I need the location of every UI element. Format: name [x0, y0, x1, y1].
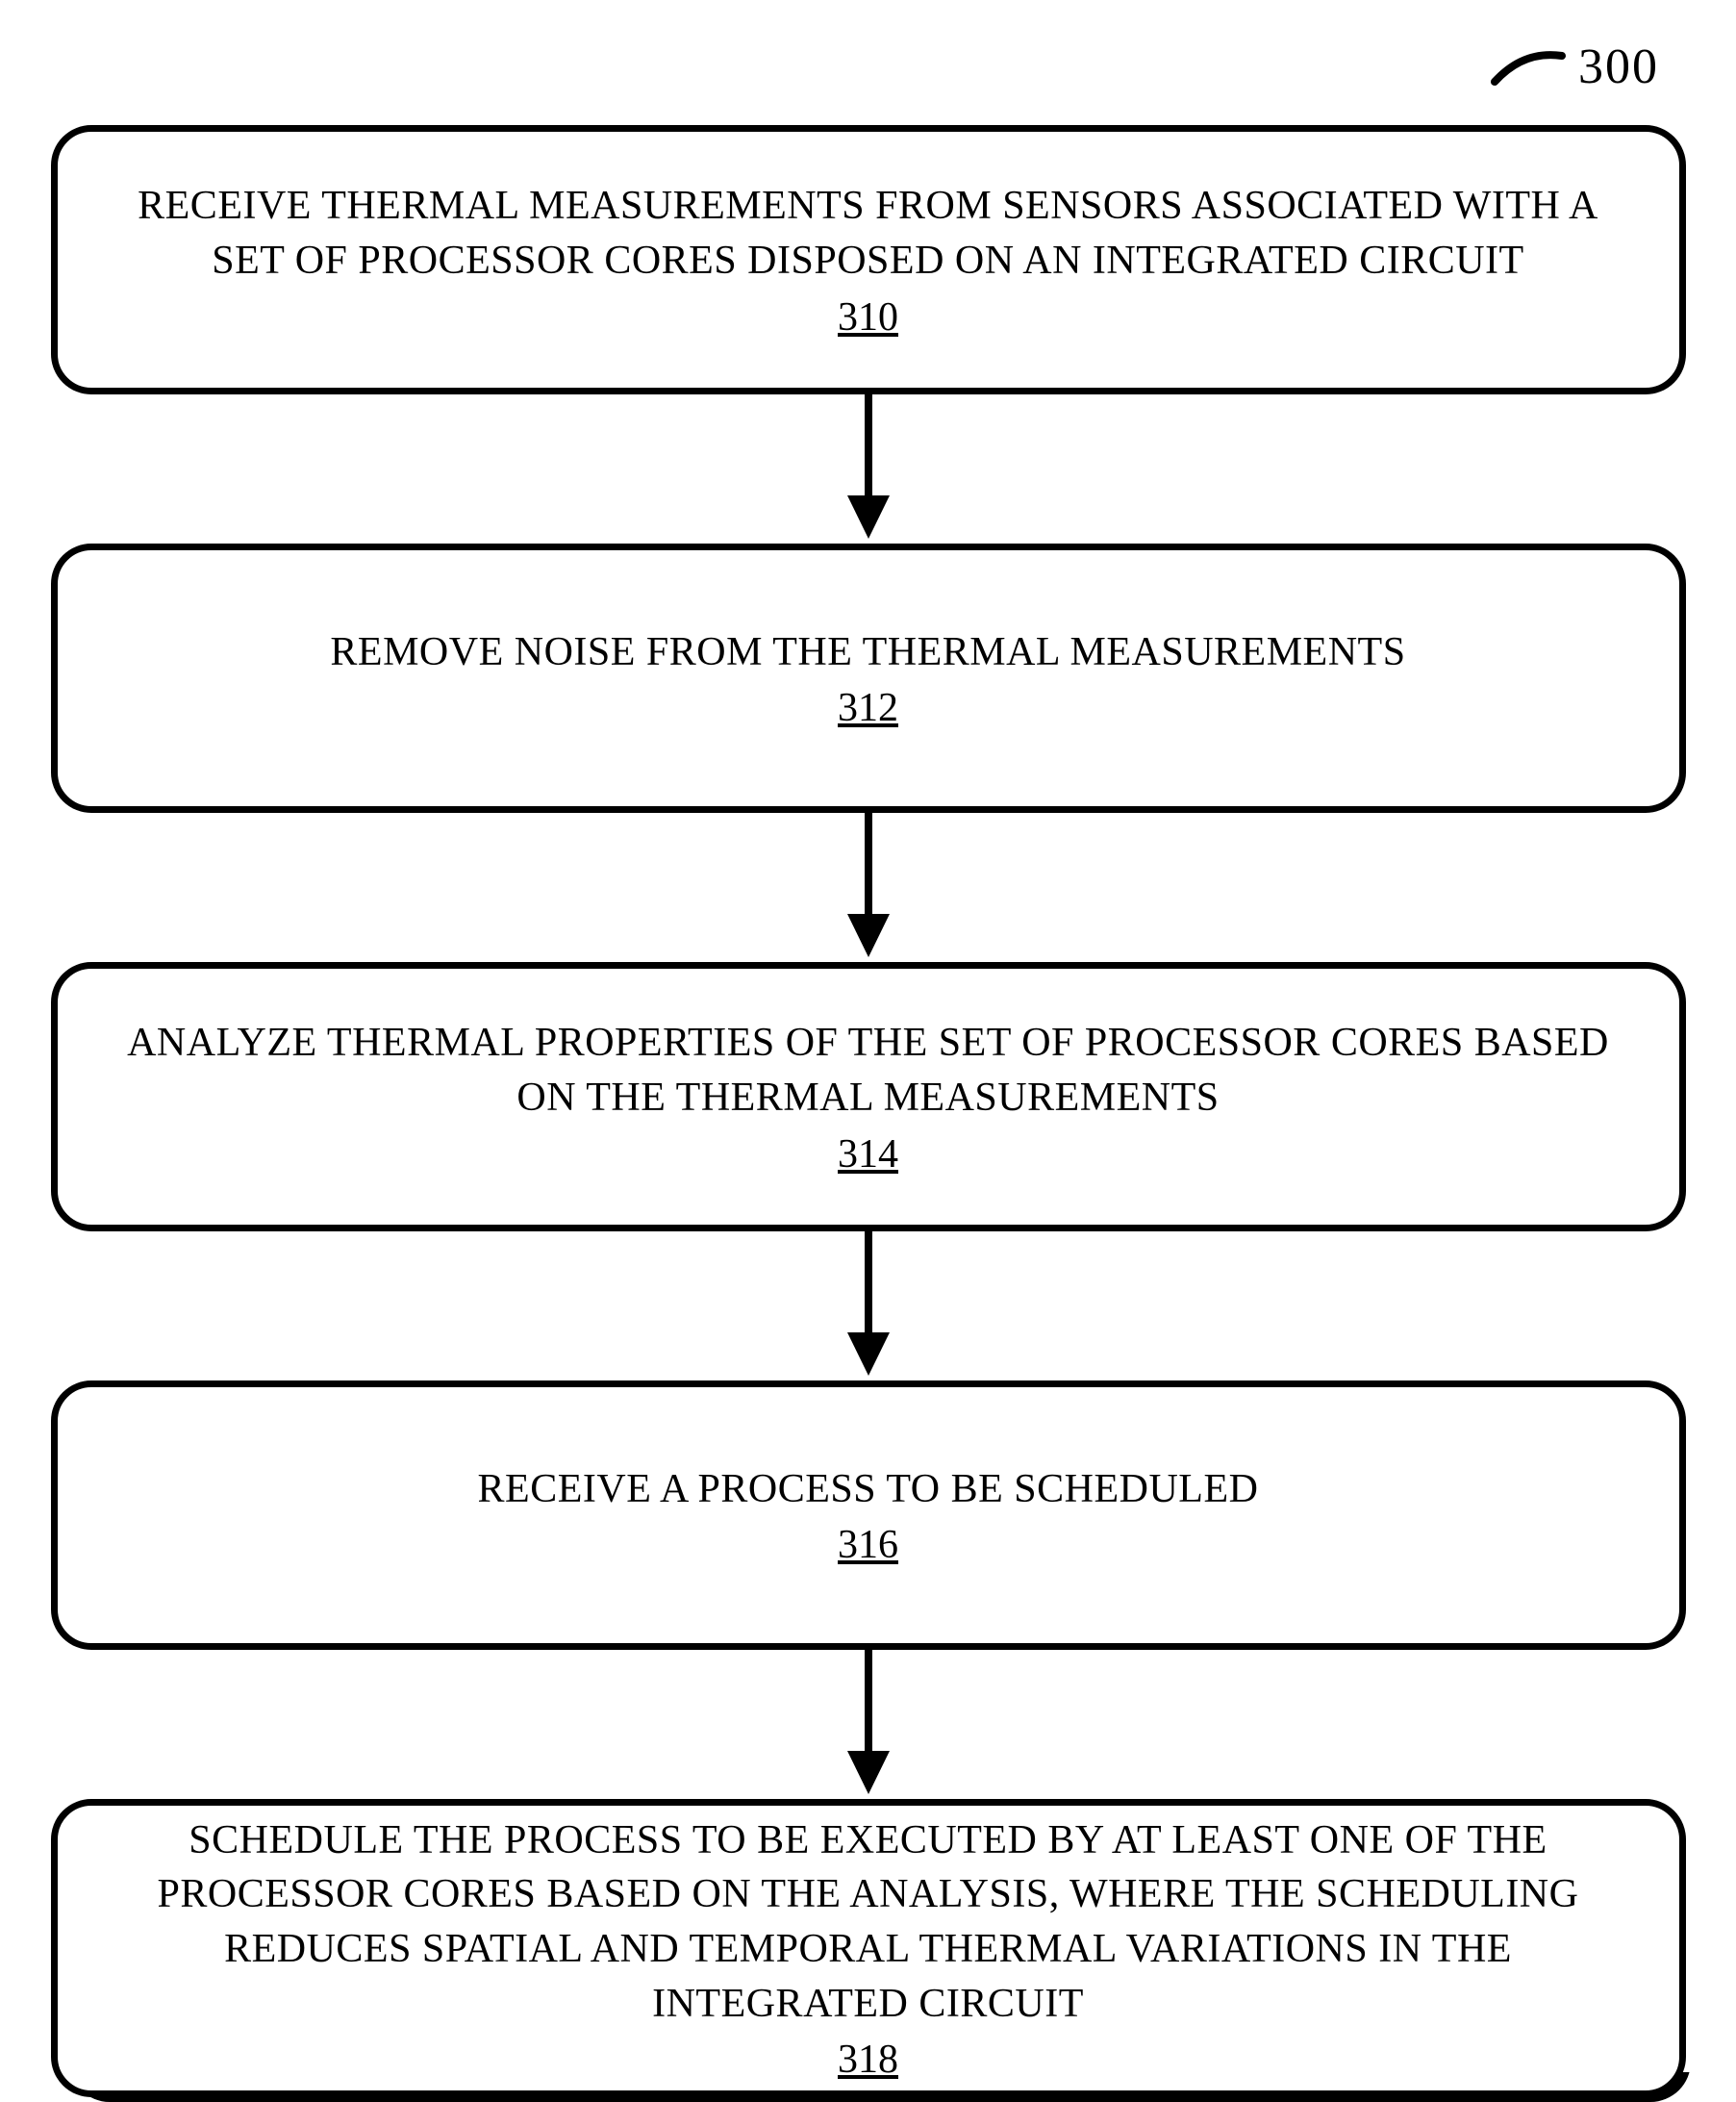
- step-text: RECEIVE THERMAL MEASUREMENTS FROM SENSOR…: [115, 179, 1622, 288]
- curved-bracket-icon: [1490, 48, 1567, 87]
- step-reference-number: 318: [838, 2037, 898, 2083]
- step-reference-number: 314: [838, 1131, 898, 1178]
- step-text: ANALYZE THERMAL PROPERTIES OF THE SET OF…: [115, 1016, 1622, 1125]
- flowchart: RECEIVE THERMAL MEASUREMENTS FROM SENSOR…: [48, 125, 1688, 2097]
- figure-reference: 300: [1490, 38, 1659, 95]
- figure-reference-number: 300: [1578, 38, 1659, 95]
- step-312: REMOVE NOISE FROM THE THERMAL MEASUREMEN…: [51, 544, 1686, 813]
- step-310: RECEIVE THERMAL MEASUREMENTS FROM SENSOR…: [51, 125, 1686, 394]
- arrow-down-icon: [830, 1231, 907, 1380]
- step-reference-number: 316: [838, 1522, 898, 1568]
- step-text: REMOVE NOISE FROM THE THERMAL MEASUREMEN…: [330, 625, 1405, 680]
- step-reference-number: 310: [838, 294, 898, 341]
- step-text: SCHEDULE THE PROCESS TO BE EXECUTED BY A…: [115, 1813, 1622, 2032]
- step-text: RECEIVE A PROCESS TO BE SCHEDULED: [478, 1462, 1259, 1517]
- step-314: ANALYZE THERMAL PROPERTIES OF THE SET OF…: [51, 962, 1686, 1231]
- step-reference-number: 312: [838, 685, 898, 731]
- arrow-down-icon: [830, 1650, 907, 1799]
- flowchart-canvas: 300 RECEIVE THERMAL MEASUREMENTS FROM SE…: [0, 0, 1736, 2072]
- step-316: RECEIVE A PROCESS TO BE SCHEDULED 316: [51, 1380, 1686, 1650]
- step-318: SCHEDULE THE PROCESS TO BE EXECUTED BY A…: [51, 1799, 1686, 2097]
- arrow-down-icon: [830, 813, 907, 962]
- arrow-down-icon: [830, 394, 907, 544]
